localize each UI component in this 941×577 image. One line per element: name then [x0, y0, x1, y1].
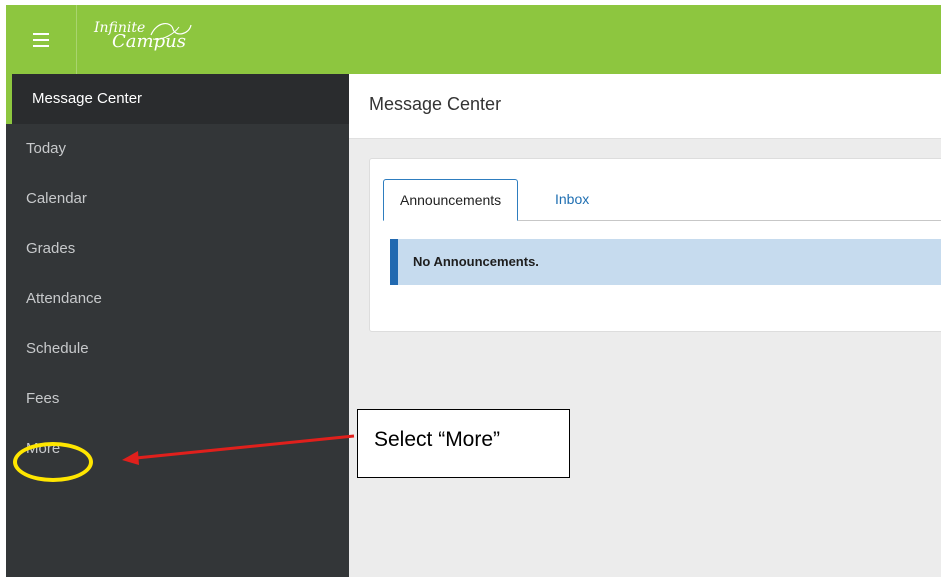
- pointer-arrow-icon: [122, 434, 355, 465]
